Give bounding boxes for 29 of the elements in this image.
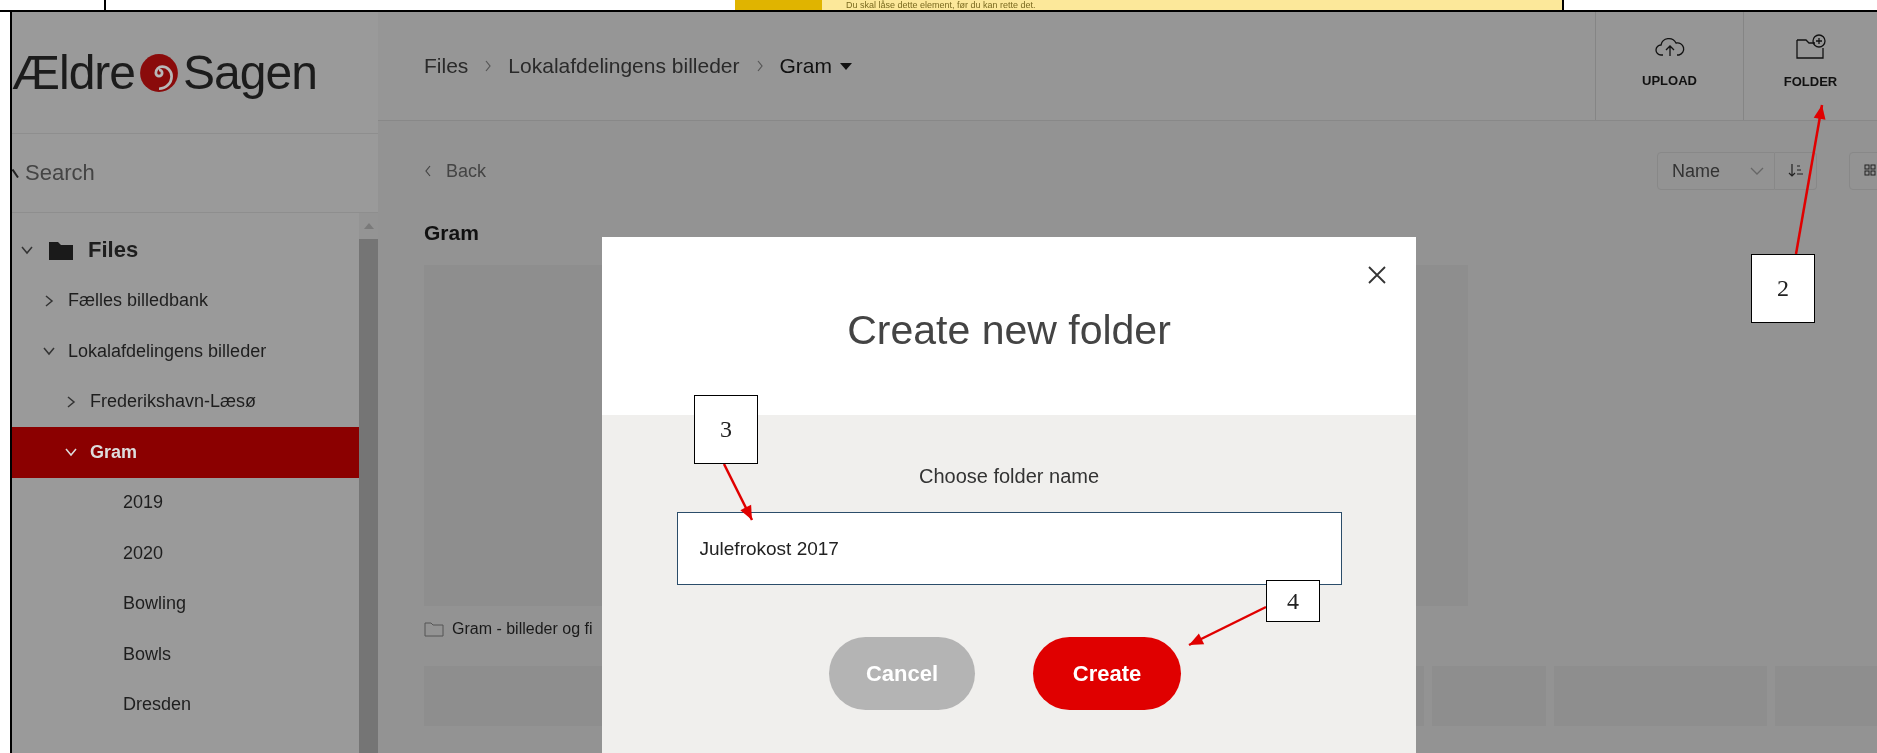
tree-item[interactable]: Frederikshavn-Læsø (12, 376, 359, 427)
folder-heading: Gram (424, 221, 480, 245)
logo-text: Ældre (12, 45, 136, 100)
tree-item[interactable]: Gram (12, 427, 359, 478)
dialog-title: Create new folder (847, 307, 1171, 355)
step-number: 3 (694, 395, 758, 464)
sort-dropdown[interactable]: Name (1657, 152, 1775, 190)
upload-button[interactable]: UPLOAD (1595, 12, 1743, 120)
notice-text: Du skal låse dette element, før du kan rette det. (846, 0, 1036, 10)
breadcrumb-link[interactable]: Lokalafdelingens billeder (508, 54, 740, 78)
back-link[interactable]: Back (424, 160, 487, 182)
breadcrumb-link[interactable]: Gram (779, 54, 832, 78)
create-button[interactable]: Create (1033, 637, 1181, 710)
tree-item[interactable]: Bowling (12, 578, 359, 629)
tree-item[interactable]: Dresden (12, 679, 359, 730)
tree-item[interactable]: Lokalafdelingens billeder (12, 326, 359, 377)
step-number: 4 (1266, 580, 1320, 622)
tree-item[interactable]: 2019 (12, 477, 359, 528)
tree-item[interactable]: Bowls (12, 629, 359, 680)
logo-text: Sagen (183, 45, 317, 100)
tree-item[interactable]: Fælles billedbank (12, 275, 359, 326)
tree-item[interactable]: 2020 (12, 528, 359, 579)
folder-name[interactable]: Gram - billeder og fi (452, 620, 593, 638)
step-number: 2 (1751, 254, 1815, 323)
search-field[interactable]: Search (23, 159, 327, 187)
folder-name-field[interactable]: Julefrokost 2017 (676, 512, 1342, 585)
field-label: Choose folder name (918, 465, 1100, 488)
breadcrumb-link[interactable]: Files (424, 54, 469, 78)
tree-item[interactable]: Files (12, 225, 359, 276)
